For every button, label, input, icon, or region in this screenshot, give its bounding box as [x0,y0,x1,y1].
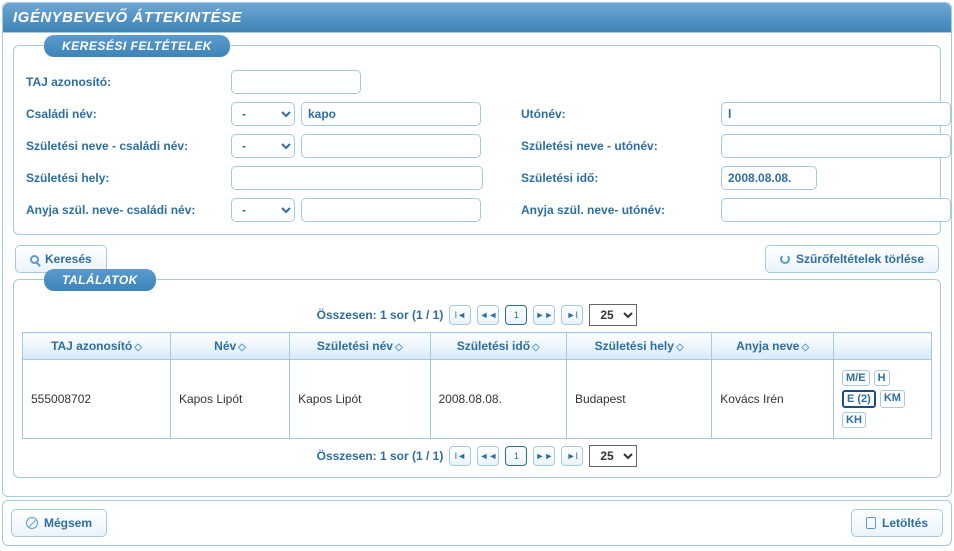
pager-prev[interactable]: ◄◄ [477,446,499,466]
download-button[interactable]: Letöltés [851,509,943,537]
col-name[interactable]: Név◇ [170,333,289,360]
cancel-label: Mégsem [44,516,92,530]
paginator-bottom: Összesen: 1 sor (1 / 1) I◄ ◄◄ 1 ►► ►I 25 [18,439,936,473]
results-fieldset: Találatok Összesen: 1 sor (1 / 1) I◄ ◄◄ … [13,279,941,478]
sort-icon: ◇ [801,342,809,353]
pager-current[interactable]: 1 [505,305,527,325]
col-birth-place[interactable]: Születési hely◇ [566,333,711,360]
birth-date-input[interactable] [721,166,817,190]
label-birth-place: Születési hely: [26,171,231,185]
cell-sznev: Kapos Lipót [290,360,430,439]
results-table: TAJ azonosító◇ Név◇ Születési név◇ Szüle… [22,332,932,439]
label-birth-given-name: Születési neve - utónév: [521,139,721,153]
page-title: Igénybevevő áttekintése [3,3,951,33]
mother-family-operator[interactable]: - [231,198,295,222]
taj-input[interactable] [231,70,361,94]
paginator-top: Összesen: 1 sor (1 / 1) I◄ ◄◄ 1 ►► ►I 25 [18,298,936,332]
row-action-KM[interactable]: KM [880,390,905,408]
label-birth-date: Születési idő: [521,171,721,185]
search-criteria-legend: Keresési feltételek [44,35,230,57]
col-taj[interactable]: TAJ azonosító◇ [23,333,171,360]
pager-prev[interactable]: ◄◄ [477,305,499,325]
pager-page-size[interactable]: 25 [589,445,637,467]
col-birth-date[interactable]: Születési idő◇ [430,333,566,360]
cell-anyja: Kovács Irén [712,360,834,439]
cell-nev: Kapos Lipót [170,360,289,439]
row-action-ME[interactable]: M/E [842,370,870,386]
row-action-H[interactable]: H [874,370,890,386]
table-row[interactable]: 555008702Kapos LipótKapos Lipót2008.08.0… [23,360,932,439]
birth-family-operator[interactable]: - [231,134,295,158]
pager-last[interactable]: ►I [561,446,583,466]
col-birth-name[interactable]: Születési név◇ [290,333,430,360]
pager-summary: Összesen: 1 sor (1 / 1) [317,308,444,322]
pager-current[interactable]: 1 [505,446,527,466]
birth-place-input[interactable] [231,166,483,190]
row-action-KH[interactable]: KH [842,412,866,428]
birth-given-input[interactable] [721,134,951,158]
pager-next[interactable]: ►► [533,305,555,325]
pager-page-size[interactable]: 25 [589,304,637,326]
birth-family-input[interactable] [301,134,481,158]
pager-first[interactable]: I◄ [449,446,471,466]
mother-family-input[interactable] [301,198,481,222]
label-taj: TAJ azonosító: [26,75,231,89]
cell-taj: 555008702 [23,360,171,439]
row-action-E[interactable]: E (2) [842,390,876,408]
col-mother-name[interactable]: Anyja neve◇ [712,333,834,360]
label-birth-family-name: Születési neve - családi név: [26,139,231,153]
sort-icon: ◇ [532,342,540,353]
refresh-icon [780,254,790,264]
pager-summary: Összesen: 1 sor (1 / 1) [317,449,444,463]
label-family-name: Családi név: [26,107,231,121]
label-given-name: Utónév: [521,107,721,121]
search-button-label: Keresés [45,252,92,266]
cancel-button[interactable]: Mégsem [11,509,107,537]
sort-icon: ◇ [395,342,403,353]
given-name-input[interactable] [721,102,951,126]
clear-filters-label: Szűrőfeltételek törlése [796,252,924,266]
clear-filters-button[interactable]: Szűrőfeltételek törlése [765,245,939,273]
download-label: Letöltés [882,516,928,530]
cell-szhely: Budapest [566,360,711,439]
cell-szido: 2008.08.08. [430,360,566,439]
results-legend: Találatok [44,269,156,291]
row-actions: M/EH E (2)KM KH [834,360,932,439]
label-mother-given: Anyja szül. neve- utónév: [521,203,721,217]
label-mother-family: Anyja szül. neve- családi név: [26,203,231,217]
search-icon [30,255,39,264]
sort-icon: ◇ [676,342,684,353]
search-criteria-fieldset: Keresési feltételek TAJ azonosító: Csalá… [13,45,941,235]
family-name-operator[interactable]: - [231,102,295,126]
family-name-input[interactable] [301,102,481,126]
mother-given-input[interactable] [721,198,951,222]
col-actions [834,333,932,360]
pager-next[interactable]: ►► [533,446,555,466]
download-icon [866,517,876,529]
close-icon [26,517,38,529]
sort-icon: ◇ [134,342,142,353]
sort-icon: ◇ [238,342,246,353]
pager-first[interactable]: I◄ [449,305,471,325]
pager-last[interactable]: ►I [561,305,583,325]
